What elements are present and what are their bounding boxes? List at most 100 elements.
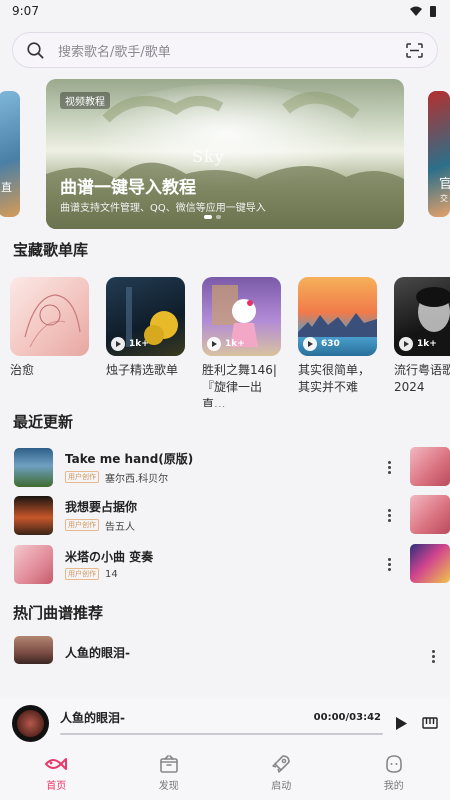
player-time: 00:00/03:42 [313,711,381,723]
banner-peek-left-text: 直 [1,181,12,194]
fish-icon [44,758,68,770]
playlist-play-count: 1k+ [111,337,149,351]
status-bar: 9:07 [0,0,450,22]
more-options-icon[interactable] [384,460,394,474]
status-icons [410,5,436,17]
tab-mine[interactable]: 我的 [338,748,450,800]
playlist-card[interactable]: 治愈 [10,277,89,407]
tab-label: 首页 [46,781,67,792]
song-title: Take me hand(原版) [65,451,194,466]
side-thumb[interactable] [410,495,450,534]
user-created-badge: 用户创作 [65,519,99,531]
player-title: 人鱼的眼泪- [60,710,125,725]
playlist-cover: 1k+ [394,277,450,356]
playlist-card[interactable]: 630 其实很简单，其实并不难 [298,277,377,407]
song-thumb [14,636,53,664]
playlist-cover: 1k+ [106,277,185,356]
song-thumb [14,544,53,584]
more-options-icon[interactable] [384,508,394,522]
banner-peek-right[interactable]: 官 交 [428,91,450,217]
playlist-count-text: 1k+ [225,339,245,349]
playlist-name: 治愈 [10,363,35,377]
face-icon [385,755,402,773]
banner-peek-right-sub: 交 [440,194,448,203]
playlist-card[interactable]: 1k+ 烛子精选歌单 [106,277,185,407]
song-info: 人鱼的眼泪- [65,636,428,661]
play-icon [303,337,317,351]
scan-icon[interactable] [406,42,423,58]
playlist-carousel[interactable]: 治愈 1k+ 烛子精选歌单 1k+ 胜利之舞146|『旋律一出 直... 630… [10,277,450,407]
song-meta: 用户创作 塞尔西.科贝尔 [65,470,384,485]
battery-icon [430,5,436,17]
playlist-count-text: 1k+ [129,339,149,349]
more-options-icon[interactable] [428,649,438,663]
search-input[interactable]: 搜索歌名/歌手/歌单 [58,41,406,60]
tab-label: 我的 [383,781,404,792]
progress-bar[interactable] [60,732,383,735]
tab-discover[interactable]: 发现 [113,748,226,800]
banner-peek-right-text: 官 [439,177,450,192]
playlist-name: 烛子精选歌单 [106,363,179,377]
song-meta: 用户创作 14 [65,568,384,580]
carousel-dot [216,215,221,219]
keyboard-icon[interactable] [422,717,438,729]
playlist-cover: 1k+ [202,277,281,356]
album-disc[interactable] [12,704,49,742]
play-icon [399,337,413,351]
playlist-play-count: 630 [303,337,340,351]
song-title: 米塔の小曲 变奏 [65,550,154,564]
wifi-icon [410,6,422,16]
tab-launch[interactable]: 启动 [225,748,338,800]
playlist-play-count: 1k+ [207,337,245,351]
section-title-recent: 最近更新 [13,413,74,431]
side-thumb[interactable] [410,447,450,486]
status-time: 9:07 [12,4,39,18]
song-row[interactable]: 米塔の小曲 变奏 用户创作 14 [14,544,394,584]
song-author: 告五人 [105,521,135,533]
banner-subtitle: 曲谱支持文件管理、QQ、微信等应用一键导入 [60,203,266,214]
playlist-card[interactable]: 1k+ 流行粤语歌2024 [394,277,450,407]
side-thumb[interactable] [410,544,450,583]
search-bar[interactable]: 搜索歌名/歌手/歌单 [12,32,438,68]
section-title-library: 宝藏歌单库 [13,241,89,259]
play-icon[interactable] [395,716,408,731]
playlist-card[interactable]: 1k+ 胜利之舞146|『旋律一出 直... [202,277,281,407]
banner-peek-left[interactable]: 直 [0,91,20,217]
song-info: 我想要占据你 用户创作 告五人 [65,498,384,533]
banner-title: 曲谱一键导入教程 [60,178,196,198]
song-thumb [14,447,53,487]
player-info: 人鱼的眼泪- 00:00/03:42 [60,705,383,742]
song-row[interactable]: 我想要占据你 用户创作 告五人 [14,495,394,535]
playlist-name: 其实很简单，其实并不难 [298,363,371,394]
tab-label: 发现 [158,781,179,792]
section-title-hot: 热门曲谱推荐 [13,604,104,622]
song-meta: 用户创作 告五人 [65,518,384,533]
more-options-icon[interactable] [384,557,394,571]
carousel-indicator [204,215,221,219]
playlist-name: 胜利之舞146|『旋律一出 直... [202,363,277,407]
playlist-count-text: 630 [321,339,340,349]
song-row[interactable]: 人鱼的眼泪- [14,636,438,676]
song-info: 米塔の小曲 变奏 用户创作 14 [65,548,384,580]
song-author: 14 [105,568,118,580]
playlist-cover-art [24,294,81,348]
user-created-badge: 用户创作 [65,568,99,580]
rocket-icon [272,755,291,773]
mini-player[interactable]: 人鱼的眼泪- 00:00/03:42 [0,698,450,748]
user-created-badge: 用户创作 [65,471,99,483]
carousel-dot-active [204,215,212,219]
playlist-name: 流行粤语歌2024 [394,363,450,394]
playlist-count-text: 1k+ [417,339,437,349]
playlist-play-count: 1k+ [399,337,437,351]
song-author: 塞尔西.科贝尔 [105,473,169,485]
song-thumb [14,495,53,535]
tab-label: 启动 [271,781,292,792]
playlist-cover: 630 [298,277,377,356]
banner-tag: 视频教程 [60,92,110,109]
song-row[interactable]: Take me hand(原版) 用户创作 塞尔西.科贝尔 [14,447,394,487]
banner-card[interactable]: 视频教程 Sky 曲谱一键导入教程 曲谱支持文件管理、QQ、微信等应用一键导入 [46,79,404,229]
bottom-tab-bar: 首页 发现 启动 我的 [0,748,450,800]
banner-logo: Sky [192,147,225,166]
song-info: Take me hand(原版) 用户创作 塞尔西.科贝尔 [65,450,384,485]
tab-home[interactable]: 首页 [0,748,113,800]
